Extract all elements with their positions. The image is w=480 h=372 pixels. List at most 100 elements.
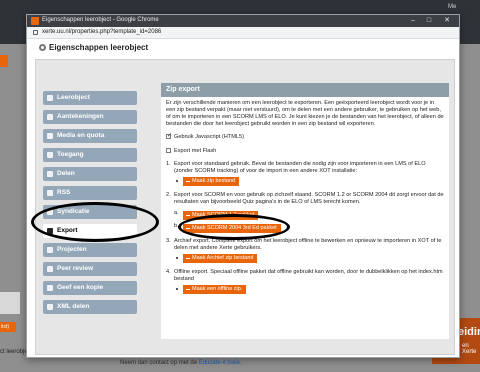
bullet: [176, 180, 178, 182]
dialog-title: Eigenschappen leerobject: [49, 43, 149, 52]
info-icon: [47, 95, 53, 101]
bg-light-bar: [0, 292, 20, 314]
js-checkbox[interactable]: [166, 132, 172, 140]
sidebar-item-label: Syndicatie: [57, 208, 90, 215]
maximize-button[interactable]: □: [423, 16, 435, 26]
bg-note-prefix: Neem dan contact op met de: [120, 360, 199, 366]
download-icon: [186, 178, 190, 182]
button-row: Maak zip bestand: [174, 175, 444, 186]
page-content: Eigenschappen leerobject Leerobject Aant…: [27, 39, 459, 357]
item-description: Export voor standaard gebruik. Bevat de …: [174, 161, 426, 174]
sidebar-item-xml-delen[interactable]: XML delen: [43, 300, 137, 314]
chat-icon: [47, 266, 53, 272]
export-item-scorm: 2. Export voor SCORM en voor gebruik op …: [166, 192, 444, 233]
export-item-zip: 1. Export voor standaard gebruik. Bevat …: [166, 161, 444, 186]
item-number: 2.: [166, 192, 171, 198]
button-label: Maak SCORM 1.2 pakket: [192, 212, 255, 218]
scorm2004-row: b. Maak SCORM 2004 3rd Ed pakket: [174, 222, 444, 233]
save-icon: [47, 228, 53, 234]
close-button[interactable]: ✕: [441, 16, 453, 26]
js-checkbox-label: Gebruik Javascript (HTML5): [174, 134, 244, 140]
sidebar-item-label: Geef een kopie: [57, 284, 104, 291]
bg-orange-label: itxt): [0, 322, 16, 332]
sidebar-item-projecten[interactable]: Projecten: [43, 243, 137, 257]
address-bar[interactable]: xerte.uu.nl/properties.php?template_id=2…: [27, 27, 459, 39]
export-list: 1. Export voor standaard gebruik. Bevat …: [166, 161, 444, 294]
window-title: Eigenschappen leerobject - Google Chrome: [42, 17, 159, 23]
export-item-offline: 4. Offline export. Speciaal offline pakk…: [166, 269, 444, 294]
minimize-button[interactable]: –: [407, 16, 419, 26]
sidebar-item-syndicatie[interactable]: Syndicatie: [43, 205, 137, 219]
share-icon: [47, 171, 53, 177]
flash-checkbox[interactable]: [166, 148, 171, 153]
sidebar-item-label: Export: [57, 227, 78, 234]
item-number: 4.: [166, 269, 171, 275]
item-description: Export voor SCORM en voor gebruik op zic…: [174, 192, 444, 205]
sidebar-item-kopie[interactable]: Geef een kopie: [43, 281, 137, 295]
js-option-row[interactable]: Gebruik Javascript (HTML5): [166, 132, 444, 142]
make-offline-button[interactable]: Maak een offline zip.: [183, 285, 247, 294]
bg-top-right-text: Me: [448, 4, 457, 10]
button-row: Maak een offline zip.: [174, 283, 444, 294]
sub-letter: a.: [174, 210, 179, 216]
sidebar-item-label: Projecten: [57, 246, 87, 253]
code-icon: [47, 304, 53, 310]
item-description: Archief export. Complete export om het l…: [174, 238, 442, 251]
flash-option-row[interactable]: Export met Flash: [166, 147, 444, 156]
sidebar-item-leerobject[interactable]: Leerobject: [43, 91, 137, 105]
panel-header: Zip export: [161, 83, 449, 97]
url-text[interactable]: xerte.uu.nl/properties.php?template_id=2…: [42, 29, 161, 35]
bg-bottom-note: Neem dan contact op met de Educate-it ba…: [120, 360, 242, 366]
make-archive-button[interactable]: Maak Archief zip bestand: [183, 254, 258, 263]
scorm12-row: a. Maak SCORM 1.2 pakket: [174, 209, 444, 220]
favicon-icon: [31, 17, 39, 25]
sidebar-item-delen[interactable]: Delen: [43, 167, 137, 181]
sidebar-item-label: Peer review: [57, 265, 94, 272]
panel-inner: Er zijn verschillende manieren om een le…: [161, 97, 449, 303]
sidebar-item-label: Aantekeningen: [57, 113, 104, 120]
sidebar-item-label: Media en quota: [57, 132, 105, 139]
sub-letter: b.: [174, 223, 179, 229]
lock-icon: [33, 30, 38, 35]
make-scorm12-button[interactable]: Maak SCORM 1.2 pakket: [183, 211, 259, 220]
bg-right-subheading: en Xerte: [462, 343, 477, 355]
sidebar-item-label: Toegang: [57, 151, 84, 158]
button-label: Maak zip bestand: [192, 178, 236, 184]
button-label: Maak Archief zip bestand: [192, 255, 254, 261]
folder-icon: [47, 247, 53, 253]
download-icon: [186, 225, 190, 229]
make-zip-button[interactable]: Maak zip bestand: [183, 177, 240, 186]
rss-icon: [47, 190, 53, 196]
sidebar-item-export[interactable]: Export: [43, 224, 137, 238]
sidebar-item-label: RSS: [57, 189, 71, 196]
download-icon: [186, 255, 190, 259]
sidebar-item-rss[interactable]: RSS: [43, 186, 137, 200]
sidebar-item-media[interactable]: Media en quota: [43, 129, 137, 143]
button-label: Maak een offline zip.: [192, 286, 243, 292]
sidebar-item-label: Leerobject: [57, 94, 90, 101]
sidebar-item-toegang[interactable]: Toegang: [43, 148, 137, 162]
lock-icon: [47, 152, 53, 158]
sidebar-item-aantekeningen[interactable]: Aantekeningen: [43, 110, 137, 124]
item-number: 1.: [166, 161, 171, 167]
browser-popup-window: Eigenschappen leerobject - Google Chrome…: [26, 14, 460, 358]
bullet: [176, 257, 178, 259]
edit-icon: [47, 114, 53, 120]
educate-it-link[interactable]: Educate-it balie.: [199, 360, 242, 366]
make-scorm2004-button[interactable]: Maak SCORM 2004 3rd Ed pakket: [183, 224, 281, 233]
bg-right-heading: eidin: [458, 326, 480, 338]
export-panel: Zip export Er zijn verschillende maniere…: [161, 83, 449, 339]
sidebar-item-peer-review[interactable]: Peer review: [43, 262, 137, 276]
download-icon: [186, 212, 190, 216]
image-icon: [47, 133, 53, 139]
bullet: [176, 288, 178, 290]
item-description: Offline export. Speciaal offline pakket …: [174, 269, 443, 282]
button-label: Maak SCORM 2004 3rd Ed pakket: [192, 225, 277, 231]
flash-checkbox-label: Export met Flash: [174, 148, 217, 154]
sidebar-item-label: XML delen: [57, 303, 90, 310]
intro-text: Er zijn verschillende manieren om een le…: [166, 100, 444, 127]
window-titlebar: Eigenschappen leerobject - Google Chrome…: [27, 15, 459, 27]
download-icon: [186, 286, 190, 290]
button-row: Maak Archief zip bestand: [174, 252, 444, 263]
copy-icon: [47, 285, 53, 291]
